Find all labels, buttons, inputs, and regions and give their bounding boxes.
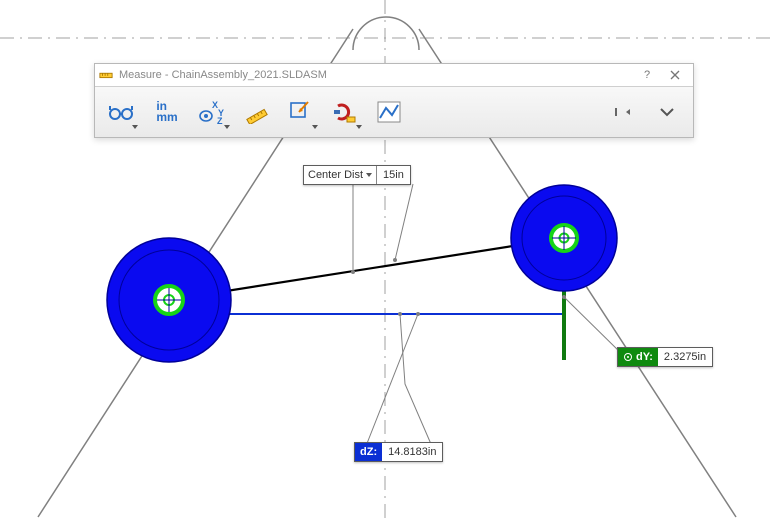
chevron-down-icon <box>224 125 230 129</box>
dz-label: dZ: <box>355 443 382 461</box>
center-dist-value: 15in <box>377 166 410 184</box>
ruler-icon <box>245 100 269 124</box>
graph-icon <box>376 100 402 124</box>
top-arc <box>353 17 419 50</box>
sprocket-left <box>107 238 231 362</box>
leader-dz-l <box>364 314 418 451</box>
chevron-down-icon <box>356 125 362 129</box>
units-icon: in mm <box>156 101 177 123</box>
pin-button[interactable] <box>603 92 643 132</box>
svg-text:Z: Z <box>217 116 223 125</box>
window-title: Measure - ChainAssembly_2021.SLDASM <box>119 69 633 81</box>
dy-callout[interactable]: dY: 2.3275in <box>617 347 713 367</box>
center-dist-label: Center Dist <box>308 169 363 181</box>
units-button[interactable]: in mm <box>145 92 189 132</box>
center-dist-select[interactable]: Center Dist <box>304 166 377 184</box>
expand-button[interactable] <box>647 92 687 132</box>
chevron-down-icon <box>132 125 138 129</box>
measure-window: Measure - ChainAssembly_2021.SLDASM ? in <box>94 63 694 138</box>
leader-dy <box>564 297 624 356</box>
pin-icon <box>612 102 634 122</box>
measure-app-icon <box>99 68 113 82</box>
graph-button[interactable] <box>369 92 409 132</box>
close-button[interactable] <box>661 66 689 84</box>
dy-value: 2.3275in <box>658 348 712 366</box>
chevron-down-icon <box>312 125 318 129</box>
arc-circle-button[interactable] <box>101 92 141 132</box>
clamp-icon <box>332 99 358 125</box>
center-dist-callout[interactable]: Center Dist 15in <box>303 165 411 185</box>
close-icon <box>670 70 680 80</box>
point-to-point-button[interactable] <box>237 92 277 132</box>
chevron-down-icon <box>658 105 676 119</box>
help-icon: ? <box>644 69 650 81</box>
dz-value: 14.8183in <box>382 443 442 461</box>
projection-button[interactable] <box>281 92 321 132</box>
target-icon <box>623 352 633 362</box>
dy-label: dY: <box>618 348 658 366</box>
xyz-button[interactable]: X Y Z <box>193 92 233 132</box>
toolbar: in mm X Y Z <box>95 87 693 137</box>
sprocket-right <box>511 185 617 291</box>
chevron-down-icon <box>366 173 372 177</box>
help-button[interactable]: ? <box>633 66 661 84</box>
project-icon <box>288 100 314 124</box>
dz-callout[interactable]: dZ: 14.8183in <box>354 442 443 462</box>
history-button[interactable] <box>325 92 365 132</box>
xyz-icon: X Y Z <box>198 99 228 125</box>
leader-dz-r <box>400 314 434 451</box>
leader-centerdist-r <box>395 184 413 260</box>
glasses-icon <box>107 100 135 124</box>
titlebar[interactable]: Measure - ChainAssembly_2021.SLDASM ? <box>95 64 693 87</box>
